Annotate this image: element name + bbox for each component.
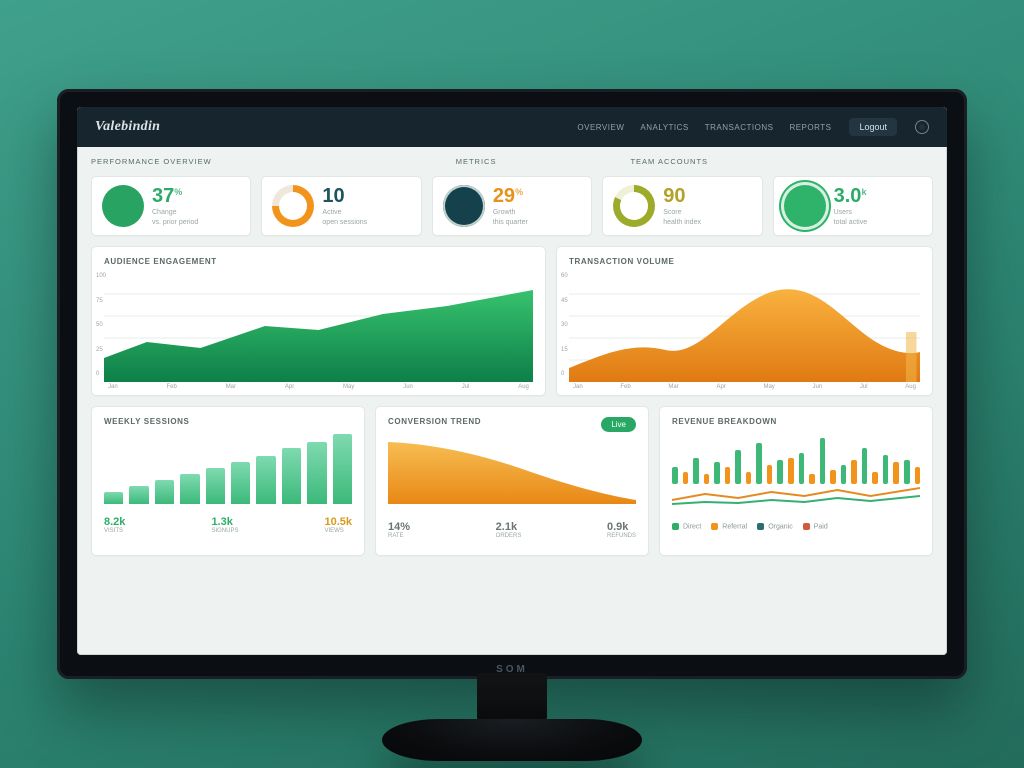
kpi-sub2: vs. prior period <box>152 218 198 227</box>
stat-label: Visits <box>104 528 125 534</box>
kpi-card-1[interactable]: 37% Change vs. prior period <box>91 176 251 236</box>
label-kpi-mid: METRICS <box>456 157 497 166</box>
kpi-card-4[interactable]: 90 Score health index <box>602 176 762 236</box>
stat-label: Orders <box>496 533 522 539</box>
bottom-row: Weekly Sessions 8.2kVisit <box>91 406 933 556</box>
kpi-row: 37% Change vs. prior period 10 Active op… <box>91 176 933 236</box>
legend-item: Organic <box>757 523 793 530</box>
stat-line: 8.2kVisits 1.3kSignups 10.5kViews <box>104 516 352 534</box>
logout-button[interactable]: Logout <box>849 118 897 136</box>
kpi-sub2: health index <box>663 218 701 227</box>
gear-icon[interactable] <box>915 120 929 134</box>
kpi-sub1: Score <box>663 208 701 217</box>
kpi-value: 29 <box>493 185 515 207</box>
topbar: Valebindin Overview Analytics Transactio… <box>77 107 947 147</box>
kpi-card-3[interactable]: 29% Growth this quarter <box>432 176 592 236</box>
chart-ylabels: 100 75 50 25 0 <box>96 273 106 377</box>
card-weekly-sessions[interactable]: Weekly Sessions 8.2kVisit <box>91 406 365 556</box>
kpi-sub2: this quarter <box>493 218 528 227</box>
kpi-sub1: Change <box>152 208 198 217</box>
screen: Valebindin Overview Analytics Transactio… <box>77 107 947 655</box>
label-kpi-right: TEAM ACCOUNTS <box>630 157 708 166</box>
kpi-ring-icon <box>613 185 655 227</box>
live-badge: Live <box>601 417 636 432</box>
kpi-value: 37 <box>152 185 174 207</box>
kpi-sub1: Active <box>322 208 367 217</box>
line-chart-svg <box>388 434 636 504</box>
chart-xlabels: JanFeb MarApr MayJun JulAug <box>569 382 920 390</box>
kpi-sub2: total active <box>834 218 867 227</box>
dashboard-content: PERFORMANCE OVERVIEW METRICS TEAM ACCOUN… <box>77 147 947 655</box>
kpi-card-5[interactable]: 3.0k Users total active <box>773 176 933 236</box>
stat-value: 2.1k <box>496 521 522 533</box>
kpi-value: 3.0 <box>834 185 862 207</box>
kpi-ring-icon <box>443 185 485 227</box>
nav-overview[interactable]: Overview <box>577 123 624 132</box>
monitor-stand-neck <box>477 673 547 723</box>
kpi-ring-icon <box>784 185 826 227</box>
stat-value: 8.2k <box>104 516 125 528</box>
bar-chart <box>104 434 352 504</box>
kpi-ring-icon <box>272 185 314 227</box>
area-chart-svg <box>104 272 533 382</box>
kpi-sub2: open sessions <box>322 218 367 227</box>
kpi-sub1: Users <box>834 208 867 217</box>
legend-item: Direct <box>672 523 701 530</box>
card-title: Weekly Sessions <box>104 417 352 426</box>
sparkline-svg <box>672 484 920 508</box>
card-title: Revenue Breakdown <box>672 417 920 426</box>
kpi-ring-icon <box>102 185 144 227</box>
nav-transactions[interactable]: Transactions <box>705 123 774 132</box>
card-title: Conversion Trend <box>388 417 636 426</box>
kpi-suffix: % <box>515 187 523 197</box>
chart-xlabels: JanFeb MarApr MayJun JulAug <box>104 382 533 390</box>
kpi-value: 90 <box>663 185 685 207</box>
kpi-sub1: Growth <box>493 208 528 217</box>
chart-engagement[interactable]: Audience Engagement 100 75 50 25 0 <box>91 246 546 396</box>
kpi-suffix: % <box>174 187 182 197</box>
legend-item: Paid <box>803 523 828 530</box>
chart-volume[interactable]: Transaction Volume 60 45 30 15 0 <box>556 246 933 396</box>
stat-value: 0.9k <box>607 521 636 533</box>
area-charts-row: Audience Engagement 100 75 50 25 0 <box>91 246 933 396</box>
chart-title: Transaction Volume <box>569 257 920 266</box>
kpi-card-2[interactable]: 10 Active open sessions <box>261 176 421 236</box>
kpi-suffix: k <box>861 187 866 197</box>
nav-reports[interactable]: Reports <box>789 123 831 132</box>
stat-label: Refunds <box>607 533 636 539</box>
card-revenue-breakdown[interactable]: Revenue Breakdown <box>659 406 933 556</box>
card-conversion-trend[interactable]: Conversion Trend Live 14%Rate 2.1kOrders… <box>375 406 649 556</box>
stat-value: 10.5k <box>324 516 352 528</box>
top-nav: Overview Analytics Transactions Reports <box>577 123 831 132</box>
app-logo: Valebindin <box>95 119 160 135</box>
kpi-section-labels: PERFORMANCE OVERVIEW METRICS TEAM ACCOUN… <box>91 157 933 166</box>
stat-label: Rate <box>388 533 410 539</box>
legend: Direct Referral Organic Paid <box>672 523 920 530</box>
area-chart-svg <box>569 272 920 382</box>
stat-value: 14% <box>388 521 410 533</box>
stat-value: 1.3k <box>211 516 238 528</box>
monitor-frame: Valebindin Overview Analytics Transactio… <box>57 89 967 679</box>
monitor-stand-base <box>382 719 642 761</box>
grouped-bar-chart <box>672 436 920 484</box>
kpi-value: 10 <box>322 185 344 207</box>
nav-analytics[interactable]: Analytics <box>640 123 688 132</box>
stat-label: Signups <box>211 528 238 534</box>
legend-item: Referral <box>711 523 747 530</box>
chart-title: Audience Engagement <box>104 257 533 266</box>
chart-ylabels: 60 45 30 15 0 <box>561 273 568 377</box>
label-kpi-left: PERFORMANCE OVERVIEW <box>91 157 212 166</box>
stat-label: Views <box>324 528 352 534</box>
stat-line: 14%Rate 2.1kOrders 0.9kRefunds <box>388 521 636 539</box>
